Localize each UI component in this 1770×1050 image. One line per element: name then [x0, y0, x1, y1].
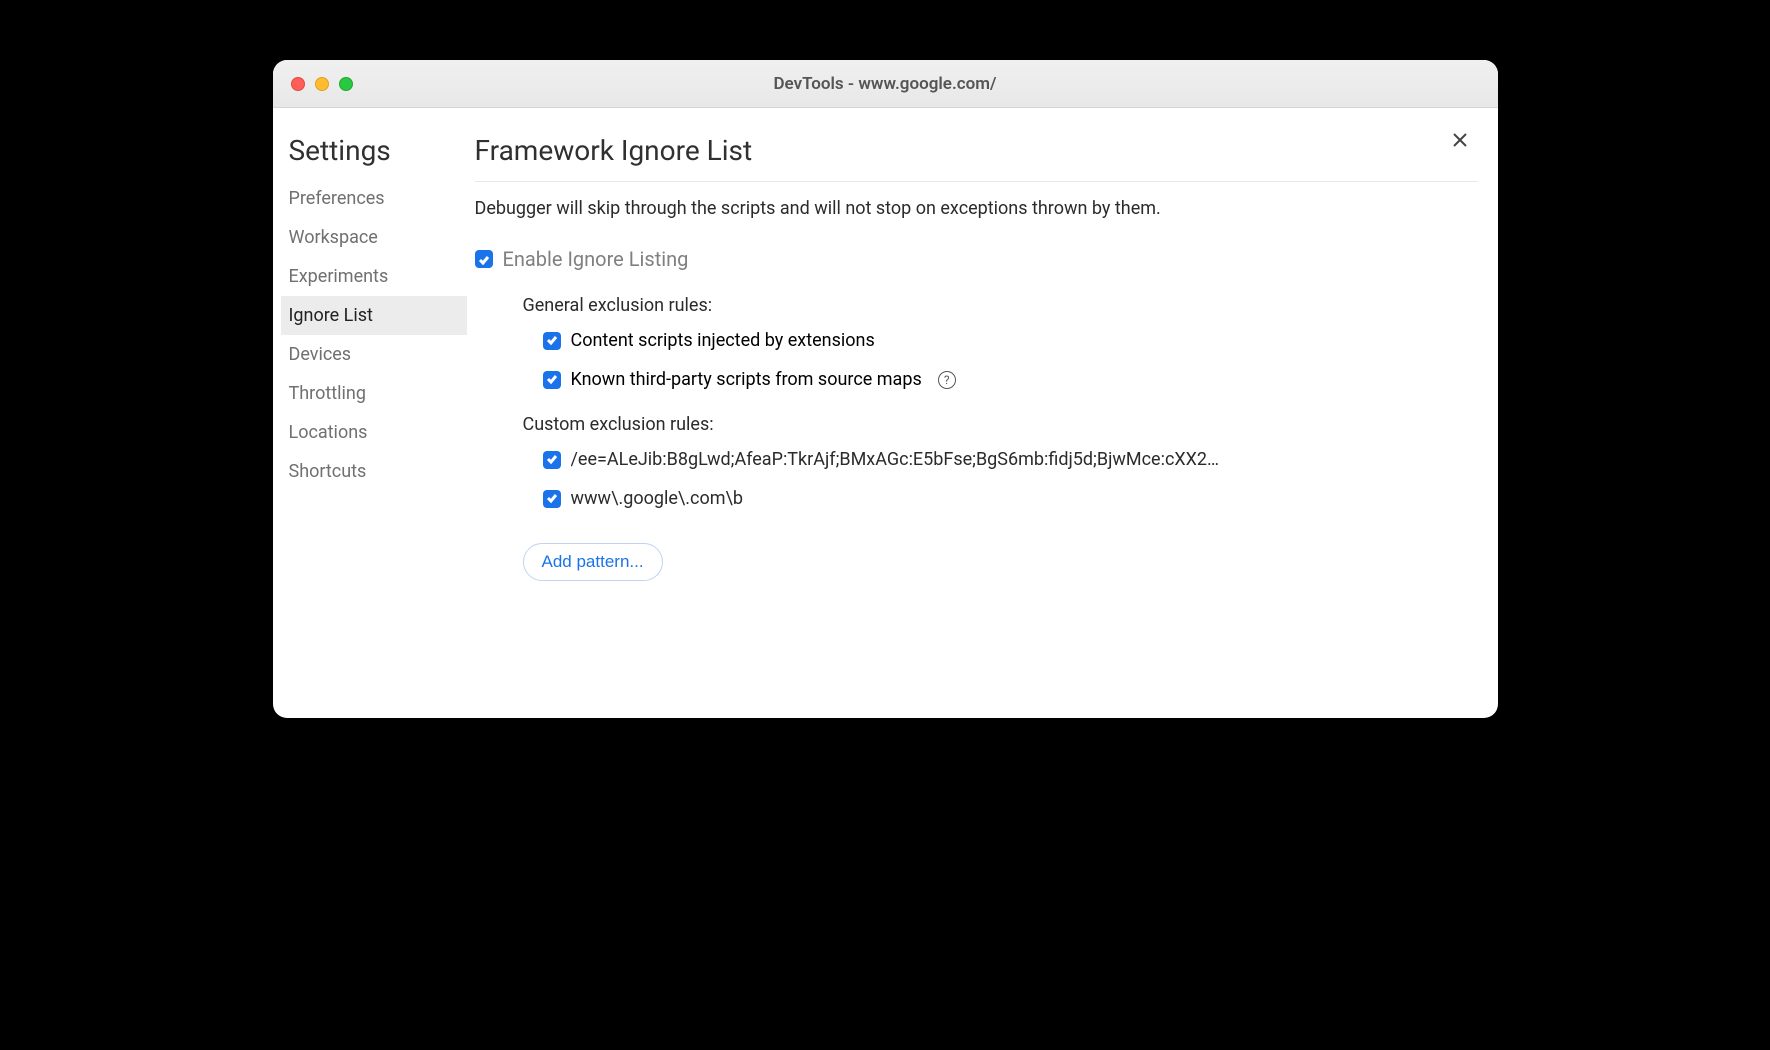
- content-scripts-label: Content scripts injected by extensions: [571, 330, 875, 351]
- enable-ignore-listing-row: Enable Ignore Listing: [475, 247, 1478, 271]
- custom-rule-0-pattern[interactable]: /ee=ALeJib:B8gLwd;AfeaP:TkrAjf;BMxAGc:E5…: [571, 449, 1220, 470]
- sidebar-item-experiments[interactable]: Experiments: [281, 257, 467, 296]
- check-icon: [546, 330, 558, 351]
- help-icon[interactable]: ?: [938, 371, 956, 389]
- window-titlebar: DevTools - www.google.com/: [273, 60, 1498, 108]
- content-scripts-checkbox[interactable]: [543, 332, 561, 350]
- settings-sidebar: Settings Preferences Workspace Experimen…: [281, 126, 467, 694]
- sidebar-item-workspace[interactable]: Workspace: [281, 218, 467, 257]
- general-rule-row: Content scripts injected by extensions: [523, 330, 1478, 351]
- enable-ignore-listing-label: Enable Ignore Listing: [503, 247, 689, 271]
- custom-rule-1-pattern[interactable]: www\.google\.com\b: [571, 488, 744, 509]
- third-party-scripts-checkbox[interactable]: [543, 371, 561, 389]
- window-close-button[interactable]: [291, 77, 305, 91]
- general-rules-group: General exclusion rules: Content scripts…: [475, 295, 1478, 390]
- window-controls: [273, 77, 353, 91]
- sidebar-item-ignore-list[interactable]: Ignore List: [281, 296, 467, 335]
- page-description: Debugger will skip through the scripts a…: [475, 198, 1478, 219]
- custom-rules-group: Custom exclusion rules: /ee=ALeJib:B8gLw…: [475, 414, 1478, 581]
- sidebar-item-preferences[interactable]: Preferences: [281, 179, 467, 218]
- settings-panel: Settings Preferences Workspace Experimen…: [273, 108, 1498, 718]
- sidebar-item-devices[interactable]: Devices: [281, 335, 467, 374]
- window-minimize-button[interactable]: [315, 77, 329, 91]
- custom-rule-row: /ee=ALeJib:B8gLwd;AfeaP:TkrAjf;BMxAGc:E5…: [523, 449, 1478, 470]
- window-zoom-button[interactable]: [339, 77, 353, 91]
- check-icon: [546, 369, 558, 390]
- custom-rules-heading: Custom exclusion rules:: [523, 414, 1478, 435]
- check-icon: [546, 449, 558, 470]
- custom-rule-1-checkbox[interactable]: [543, 490, 561, 508]
- custom-rule-0-checkbox[interactable]: [543, 451, 561, 469]
- page-title: Framework Ignore List: [475, 134, 1478, 182]
- devtools-settings-window: DevTools - www.google.com/ Settings Pref…: [273, 60, 1498, 718]
- close-icon: [1450, 130, 1470, 154]
- general-rules-heading: General exclusion rules:: [523, 295, 1478, 316]
- third-party-scripts-label: Known third-party scripts from source ma…: [571, 369, 922, 390]
- settings-content: Framework Ignore List Debugger will skip…: [467, 126, 1486, 694]
- window-title: DevTools - www.google.com/: [273, 74, 1498, 94]
- general-rule-row: Known third-party scripts from source ma…: [523, 369, 1478, 390]
- custom-rule-row: www\.google\.com\b: [523, 488, 1478, 509]
- enable-ignore-listing-checkbox[interactable]: [475, 250, 493, 268]
- settings-heading: Settings: [281, 126, 467, 179]
- check-icon: [478, 247, 490, 271]
- sidebar-item-locations[interactable]: Locations: [281, 413, 467, 452]
- sidebar-item-throttling[interactable]: Throttling: [281, 374, 467, 413]
- sidebar-item-shortcuts[interactable]: Shortcuts: [281, 452, 467, 491]
- check-icon: [546, 488, 558, 509]
- add-pattern-button[interactable]: Add pattern...: [523, 543, 663, 581]
- close-settings-button[interactable]: [1446, 128, 1474, 156]
